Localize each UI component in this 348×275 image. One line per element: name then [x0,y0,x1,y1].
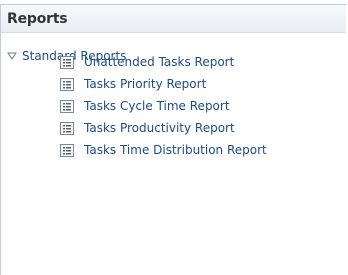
report-icon [60,121,74,135]
report-icon [60,55,74,69]
report-icon [60,99,74,113]
panel-body: Standard Reports Unattended Tasks Report [1,33,346,271]
panel-title: Reports [7,11,68,27]
report-item-unattended-tasks[interactable]: Unattended Tasks Report [60,51,305,73]
panel-header: Reports [1,5,346,33]
report-item-tasks-priority[interactable]: Tasks Priority Report [60,73,305,95]
report-list: Unattended Tasks Report Tasks Priority R… [60,51,305,161]
report-icon [60,77,74,91]
report-link-label[interactable]: Tasks Priority Report [84,73,206,95]
report-icon [60,143,74,157]
report-item-tasks-productivity[interactable]: Tasks Productivity Report [60,117,305,139]
reports-panel: Reports Standard Reports Unattended Task… [0,4,347,275]
disclosure-expanded-icon[interactable] [7,51,17,61]
report-link-label[interactable]: Tasks Cycle Time Report [84,95,230,117]
report-link-label[interactable]: Tasks Time Distribution Report [84,139,267,161]
report-link-label[interactable]: Unattended Tasks Report [84,51,234,73]
report-link-label[interactable]: Tasks Productivity Report [84,117,235,139]
report-item-tasks-time-distribution[interactable]: Tasks Time Distribution Report [60,139,305,161]
report-item-tasks-cycle-time[interactable]: Tasks Cycle Time Report [60,95,305,117]
